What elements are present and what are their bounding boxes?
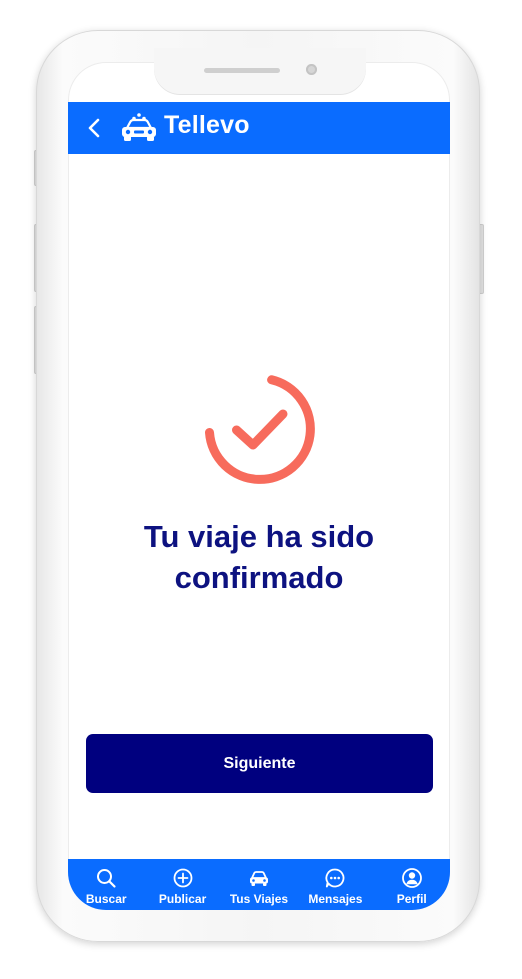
user-circle-icon <box>401 868 422 888</box>
nav-label-tus-viajes: Tus Viajes <box>229 892 289 906</box>
chevron-left-icon[interactable] <box>82 115 108 141</box>
bottom-nav: Buscar Publicar Tus Viajes Mensajes Perf… <box>68 859 450 910</box>
confirmation-message-line-2: confirmado <box>174 560 344 595</box>
chat-bubble-icon <box>325 868 345 888</box>
app-title: Tellevo <box>164 111 250 139</box>
next-button[interactable]: Siguiente <box>86 734 433 793</box>
earpiece-speaker <box>204 68 280 73</box>
nav-item-buscar[interactable]: Buscar <box>68 859 144 906</box>
nav-item-perfil[interactable]: Perfil <box>374 859 450 906</box>
confirmation-message-line-1: Tu viaje ha sido <box>143 519 375 554</box>
confirmation-message: Tu viaje ha sido confirmado <box>78 516 440 598</box>
check-circle-icon <box>205 375 315 484</box>
nav-label-perfil: Perfil <box>396 892 427 906</box>
nav-label-mensajes: Mensajes <box>308 892 363 906</box>
front-camera <box>306 64 317 75</box>
search-icon <box>97 869 116 888</box>
nav-label-publicar: Publicar <box>158 892 207 906</box>
app-screen: Tellevo Tu viaje ha sido confirmado Sigu… <box>68 62 450 910</box>
nav-item-publicar[interactable]: Publicar <box>145 859 221 906</box>
app-bar: Tellevo <box>68 102 450 154</box>
car-icon <box>249 871 268 886</box>
nav-item-tus-viajes[interactable]: Tus Viajes <box>221 859 297 906</box>
taxi-car-icon <box>122 113 156 141</box>
device-mockup: Tellevo Tu viaje ha sido confirmado Sigu… <box>0 0 522 979</box>
nav-label-buscar: Buscar <box>85 892 127 906</box>
nav-item-mensajes[interactable]: Mensajes <box>297 859 373 906</box>
plus-circle-icon <box>173 868 192 888</box>
